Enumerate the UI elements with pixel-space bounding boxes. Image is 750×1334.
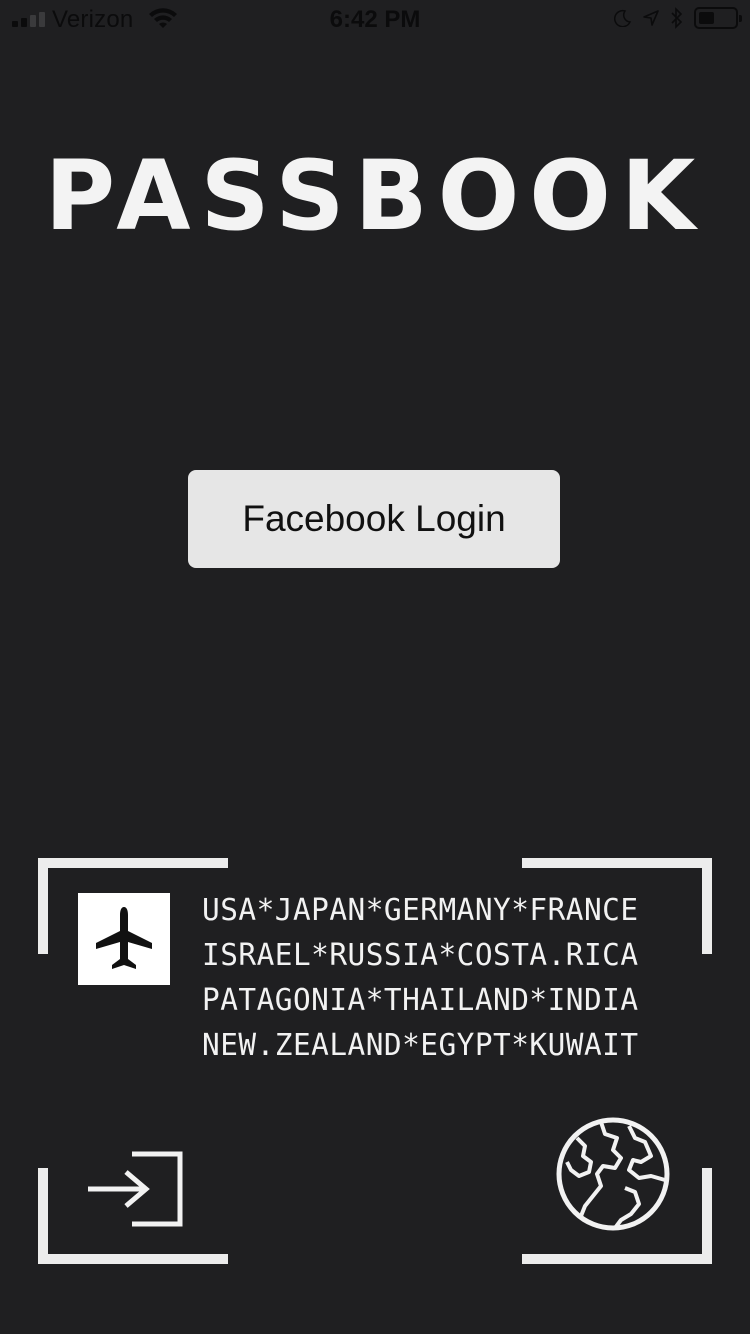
countries-line: PATAGONIA*THAILAND*INDIA [202,983,639,1018]
sign-in-icon[interactable] [84,1150,188,1233]
countries-line: ISRAEL*RUSSIA*COSTA.RICA [202,938,639,973]
airplane-icon [96,907,152,969]
countries-list: USA*JAPAN*GERMANY*FRANCE ISRAEL*RUSSIA*C… [202,888,663,1068]
status-bar: Verizon 6:42 PM [0,0,750,40]
battery-icon [694,7,742,29]
location-arrow-icon [643,10,659,26]
bluetooth-icon [671,7,683,29]
do-not-disturb-moon-icon [614,9,632,27]
app-title: PASSBOOK [44,140,706,252]
facebook-login-button[interactable]: Facebook Login [188,470,560,568]
airplane-stamp [78,893,170,985]
globe-icon[interactable] [555,1116,671,1237]
status-icons [614,7,742,29]
countries-line: NEW.ZEALAND*EGYPT*KUWAIT [202,1028,639,1063]
countries-line: USA*JAPAN*GERMANY*FRANCE [202,893,639,928]
